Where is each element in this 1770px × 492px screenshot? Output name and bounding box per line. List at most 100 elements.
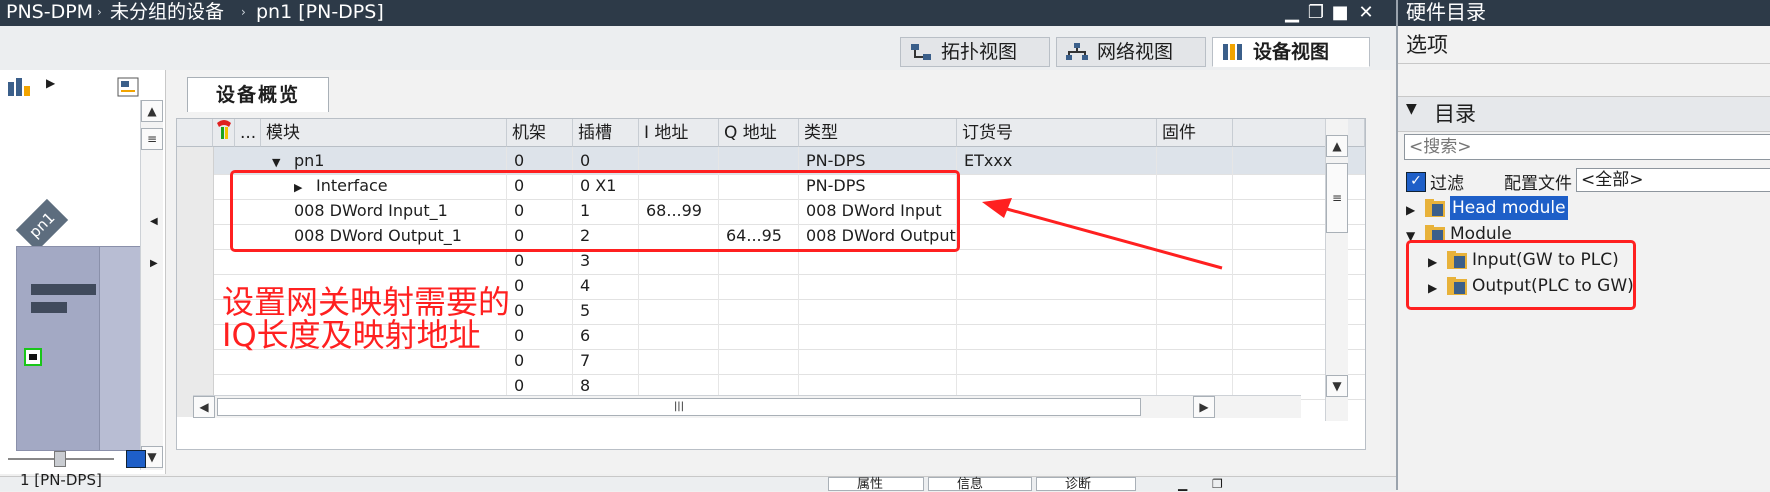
cell-order[interactable] <box>957 347 1157 374</box>
minimize-icon[interactable]: ▁ <box>1178 477 1187 491</box>
cell-slot[interactable]: 7 <box>573 347 639 374</box>
cell-i-addr[interactable] <box>639 347 719 374</box>
minimize-icon[interactable]: ▁ <box>1282 3 1302 23</box>
splitter-handle[interactable]: ◀ ▶ <box>150 210 160 280</box>
column-slot[interactable]: 插槽 <box>573 119 639 147</box>
row-gutter[interactable] <box>177 197 214 224</box>
column-type[interactable]: 类型 <box>799 119 957 147</box>
collapse-left-icon[interactable]: ◀ <box>150 216 158 227</box>
cell-order[interactable] <box>957 322 1157 349</box>
cell-firmware[interactable] <box>1157 147 1233 174</box>
column-status-icon[interactable] <box>213 119 235 147</box>
breadcrumb-separator: › <box>97 5 102 19</box>
chevron-down-icon[interactable]: ▼ <box>1406 101 1417 117</box>
topology-icon <box>911 44 931 60</box>
row-gutter[interactable] <box>177 147 214 174</box>
network-icon <box>1066 43 1088 60</box>
column-more[interactable]: ... <box>235 119 261 147</box>
table-horizontal-scrollbar[interactable]: ◀ ||| ▶ <box>193 395 1301 418</box>
folder-icon <box>1425 199 1445 217</box>
cell-rack[interactable]: 0 <box>507 347 573 374</box>
scroll-thumb[interactable]: ||| <box>217 398 1141 416</box>
directory-section-header[interactable]: ▼ 目录 <box>1398 96 1770 132</box>
zoom-slider-handle[interactable] <box>54 451 66 467</box>
row-gutter[interactable] <box>177 322 214 349</box>
tab-info[interactable]: 信息 <box>928 477 1032 492</box>
breadcrumb-separator: › <box>241 5 246 19</box>
column-firmware[interactable]: 固件 <box>1157 119 1233 147</box>
close-icon[interactable]: ✕ <box>1356 3 1376 23</box>
scroll-up-icon[interactable]: ▲ <box>141 100 163 122</box>
tab-properties[interactable]: 属性 <box>828 477 924 492</box>
cell-q-addr[interactable] <box>719 297 799 324</box>
row-gutter[interactable] <box>177 297 214 324</box>
cell-q-addr[interactable] <box>719 322 799 349</box>
profile-label: 配置文件 <box>1504 174 1572 194</box>
cell-rack[interactable]: 0 <box>507 322 573 349</box>
breadcrumb-device[interactable]: pn1 [PN-DPS] <box>256 0 384 24</box>
table-vertical-scrollbar[interactable]: ▲ ≡ ▼ <box>1325 119 1348 421</box>
cell-rack[interactable]: 0 <box>507 272 573 299</box>
column-module[interactable]: 模块 <box>261 119 507 147</box>
cell-firmware[interactable] <box>1157 347 1233 374</box>
cell-i-addr[interactable] <box>639 297 719 324</box>
cell-type[interactable] <box>799 272 957 299</box>
cell-slot[interactable]: 4 <box>573 272 639 299</box>
scroll-up-icon[interactable]: ▲ <box>1326 135 1348 157</box>
column-i-address[interactable]: I 地址 <box>639 119 719 147</box>
maximize-icon[interactable]: ■ <box>1330 3 1350 23</box>
scroll-thumb[interactable]: ≡ <box>141 128 163 150</box>
filter-checkbox[interactable]: ✓ <box>1406 172 1426 192</box>
column-rack[interactable]: 机架 <box>507 119 573 147</box>
scroll-down-icon[interactable]: ▼ <box>1326 375 1348 397</box>
options-section-label[interactable]: 选项 <box>1398 28 1770 64</box>
cell-q-addr[interactable] <box>719 272 799 299</box>
tab-diagnostics[interactable]: 诊断 <box>1036 477 1136 492</box>
column-q-address[interactable]: Q 地址 <box>719 119 799 147</box>
cell-i-addr[interactable] <box>639 322 719 349</box>
cell-firmware[interactable] <box>1157 322 1233 349</box>
scroll-right-icon[interactable]: ▶ <box>1193 396 1215 418</box>
restore-icon[interactable]: ❐ <box>1212 477 1223 491</box>
row-gutter[interactable] <box>177 347 214 374</box>
breadcrumb-group[interactable]: 未分组的设备 <box>110 0 224 24</box>
tab-topology-view[interactable]: 拓扑视图 <box>900 37 1050 67</box>
inspector-title: 1 [PN-DPS] <box>20 471 102 489</box>
device-module-graphic[interactable] <box>16 246 140 451</box>
cell-order[interactable] <box>957 297 1157 324</box>
row-gutter[interactable] <box>177 172 214 199</box>
cell-order[interactable]: ETxxx <box>957 147 1157 174</box>
cell-type[interactable] <box>799 322 957 349</box>
catalog-search-input[interactable] <box>1404 134 1770 160</box>
tab-network-view[interactable]: 网络视图 <box>1056 37 1206 67</box>
cell-q-addr[interactable] <box>719 347 799 374</box>
cell-slot[interactable]: 6 <box>573 322 639 349</box>
left-vertical-scrollbar[interactable]: ▲ ≡ ▼ <box>140 100 163 470</box>
scroll-left-icon[interactable]: ◀ <box>193 396 215 418</box>
window-title-bar: PNS-DPM › 未分组的设备 › pn1 [PN-DPS] ▁ ❐ ■ ✕ <box>0 0 1396 26</box>
device-overview-icon[interactable] <box>6 76 32 100</box>
expand-right-icon[interactable]: ▶ <box>150 258 158 269</box>
properties-icon[interactable] <box>116 76 140 98</box>
cell-type[interactable] <box>799 297 957 324</box>
expand-right-icon[interactable]: ▶ <box>1406 198 1415 222</box>
cell-slot[interactable]: 5 <box>573 297 639 324</box>
fit-view-icon[interactable] <box>126 450 146 468</box>
tab-device-view[interactable]: 设备视图 <box>1212 37 1370 67</box>
breadcrumb-project[interactable]: PNS-DPM <box>6 0 93 24</box>
cell-type[interactable] <box>799 347 957 374</box>
expand-arrow-icon[interactable]: ▶ <box>46 76 55 90</box>
cell-i-addr[interactable] <box>639 272 719 299</box>
cell-firmware[interactable] <box>1157 297 1233 324</box>
port-icon[interactable] <box>24 348 42 366</box>
restore-icon[interactable]: ❐ <box>1306 3 1326 23</box>
profile-select[interactable]: <全部> <box>1576 168 1770 192</box>
scroll-thumb[interactable]: ≡ <box>1326 163 1348 233</box>
row-gutter[interactable] <box>177 247 214 274</box>
catalog-tree-item[interactable]: Head module <box>1450 196 1568 220</box>
tab-device-overview[interactable]: 设备概览 <box>187 77 329 112</box>
row-gutter[interactable] <box>177 222 214 249</box>
column-order-number[interactable]: 订货号 <box>957 119 1157 147</box>
row-gutter[interactable] <box>177 272 214 299</box>
cell-rack[interactable]: 0 <box>507 297 573 324</box>
